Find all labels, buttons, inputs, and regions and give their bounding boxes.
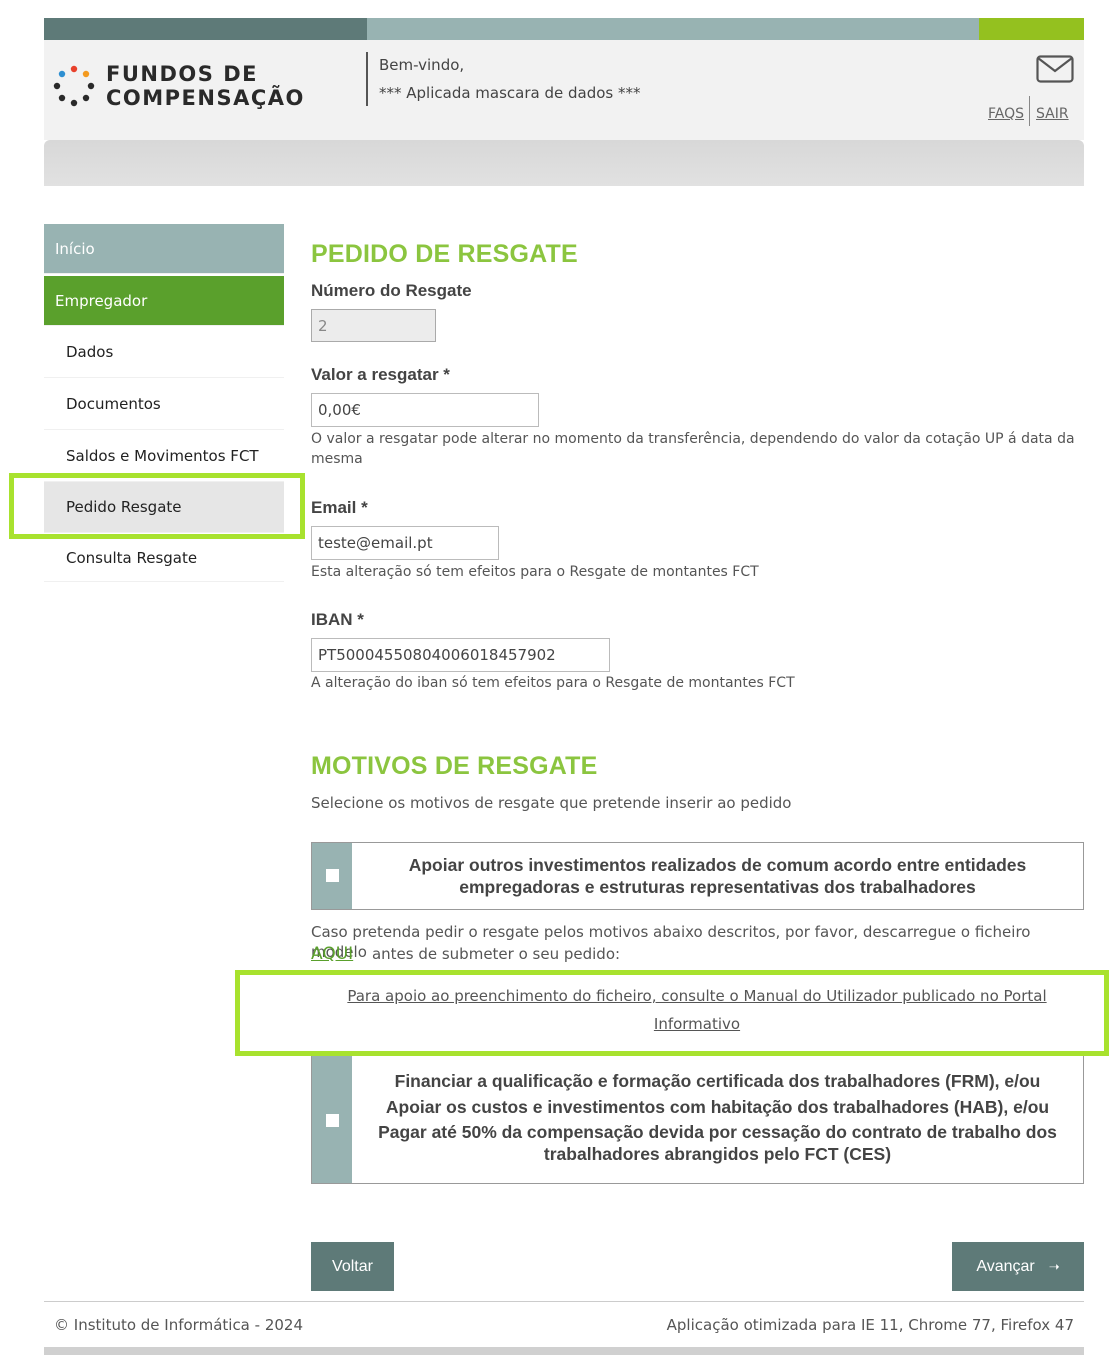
valor-input[interactable]: 0,00€: [311, 393, 539, 427]
iban-label: IBAN *: [311, 610, 364, 629]
numero-field: 2: [311, 309, 436, 342]
sidebar-item-label: Documentos: [66, 395, 161, 413]
avancar-button[interactable]: Avançar ➝: [952, 1242, 1084, 1291]
footer-browsers: Aplicação otimizada para IE 11, Chrome 7…: [666, 1316, 1074, 1334]
sidebar-item-empregador[interactable]: Empregador: [44, 276, 284, 326]
sidebar-item-consulta-resgate[interactable]: Consulta Resgate: [44, 534, 284, 582]
header-bar-left: [44, 18, 367, 40]
voltar-label: Voltar: [332, 1257, 373, 1275]
motivo-2-line-1: Financiar a qualificação e formação cert…: [394, 1071, 1041, 1091]
header-divider: [366, 52, 368, 106]
motivo-2-line-3: Pagar até 50% da compensação devida por …: [378, 1122, 1057, 1142]
arrow-right-icon: ➝: [1048, 1258, 1060, 1274]
user-name: *** Aplicada mascara de dados ***: [379, 84, 641, 102]
motivo-option-2[interactable]: Financiar a qualificação e formação cert…: [311, 1056, 1084, 1184]
avancar-label: Avançar: [976, 1257, 1035, 1275]
sidebar-item-documentos[interactable]: Documentos: [44, 379, 284, 430]
motivo-1-line-2: empregadoras e estruturas representativa…: [459, 877, 976, 897]
motivos-intro: Selecione os motivos de resgate que pret…: [311, 794, 792, 812]
valor-label: Valor a resgatar *: [311, 365, 450, 384]
sidebar-item-label: Dados: [66, 343, 114, 361]
footer-bar: [44, 1347, 1084, 1355]
faqs-link[interactable]: FAQS: [988, 106, 1024, 122]
envelope-icon[interactable]: [1036, 55, 1074, 83]
numero-label: Número do Resgate: [311, 281, 472, 300]
motivo-1-line-1: Apoiar outros investimentos realizados d…: [408, 855, 1027, 875]
motivo-text-1: Apoiar outros investimentos realizados d…: [352, 854, 1083, 898]
logo-wordmark: FUNDOS DE COMPENSAÇÃO: [106, 62, 305, 110]
motivo-option-1[interactable]: Apoiar outros investimentos realizados d…: [311, 842, 1084, 910]
header-link-separator: [1029, 96, 1030, 126]
logo-line-2: COMPENSAÇÃO: [106, 86, 305, 110]
logo-line-1: FUNDOS DE: [106, 62, 258, 86]
aqui-download-link[interactable]: AQUI: [311, 944, 353, 964]
motivo-text-2: Financiar a qualificação e formação cert…: [352, 1068, 1083, 1164]
sidebar-item-label: Empregador: [55, 291, 148, 310]
voltar-button[interactable]: Voltar: [311, 1242, 394, 1291]
annotation-highlight-sidebar: [9, 473, 305, 539]
manual-utilizador-link[interactable]: Para apoio ao preenchimento do ficheiro,…: [330, 982, 1064, 1038]
motivo-checkbox-1[interactable]: [326, 869, 339, 882]
logout-link[interactable]: SAIR: [1036, 106, 1069, 122]
email-label: Email *: [311, 498, 368, 517]
valor-help: O valor a resgatar pode alterar no momen…: [311, 431, 1075, 467]
sidebar-item-label: Saldos e Movimentos FCT: [66, 447, 259, 465]
sidebar-item-label: Início: [55, 239, 95, 258]
header-bar-accent: [979, 18, 1084, 40]
header-subbar: [44, 140, 1084, 186]
motivo-2-line-2: Apoiar os custos e investimentos com hab…: [385, 1097, 1050, 1117]
motivo-2-line-4: trabalhadores abrangidos pelo FCT (CES): [543, 1144, 892, 1164]
download-text-suffix: antes de submeter o seu pedido:: [371, 945, 621, 963]
email-input[interactable]: teste@email.pt: [311, 526, 499, 560]
footer-copyright: © Instituto de Informática - 2024: [54, 1316, 304, 1334]
sidebar-item-inicio[interactable]: Início: [44, 224, 284, 274]
sidebar-item-dados[interactable]: Dados: [44, 327, 284, 378]
motivos-title: MOTIVOS DE RESGATE: [311, 752, 598, 780]
header-bar-middle: [367, 18, 979, 40]
page-title: PEDIDO DE RESGATE: [311, 240, 578, 268]
welcome-text: Bem-vindo,: [379, 56, 465, 74]
email-help: Esta alteração só tem efeitos para o Res…: [311, 564, 759, 580]
footer-divider: [44, 1301, 1084, 1302]
motivo-checkbox-2[interactable]: [326, 1114, 339, 1127]
sidebar-item-label: Consulta Resgate: [66, 548, 198, 567]
iban-input[interactable]: PT50004550804006018457902: [311, 638, 610, 672]
iban-help: A alteração do iban só tem efeitos para …: [311, 675, 795, 691]
logo-icon: [53, 65, 95, 107]
download-text-line-2: AQUI antes de submeter o seu pedido:: [311, 944, 620, 964]
